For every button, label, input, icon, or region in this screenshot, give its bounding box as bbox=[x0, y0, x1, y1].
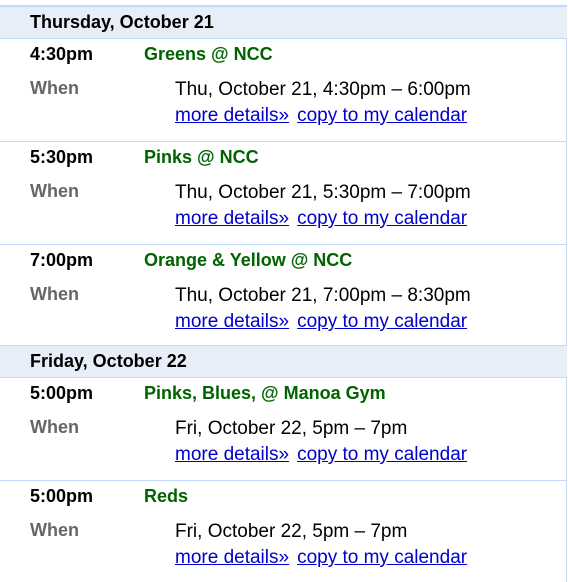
when-value: Thu, October 21, 5:30pm – 7:00pm bbox=[175, 182, 471, 203]
more-details-link[interactable]: more details» bbox=[175, 311, 289, 332]
when-label: When bbox=[30, 284, 79, 304]
event-time: 5:30pm bbox=[30, 147, 94, 167]
when-label: When bbox=[30, 520, 79, 540]
event-title[interactable]: Pinks @ NCC bbox=[144, 147, 259, 168]
more-details-link[interactable]: more details» bbox=[175, 105, 289, 126]
event-links: more details» copy to my calendar bbox=[175, 547, 467, 569]
event-links: more details» copy to my calendar bbox=[175, 444, 467, 466]
copy-to-calendar-link[interactable]: copy to my calendar bbox=[297, 444, 467, 465]
copy-to-calendar-link[interactable]: copy to my calendar bbox=[297, 547, 467, 568]
when-value: Thu, October 21, 4:30pm – 6:00pm bbox=[175, 79, 471, 100]
agenda-frame: Thursday, October 21 4:30pm Greens @ NCC… bbox=[0, 0, 567, 582]
event-links: more details» copy to my calendar bbox=[175, 311, 467, 333]
when-value: Thu, October 21, 7:00pm – 8:30pm bbox=[175, 285, 471, 306]
event-title[interactable]: Reds bbox=[144, 486, 188, 507]
event-time: 7:00pm bbox=[30, 250, 94, 270]
event-time: 5:00pm bbox=[30, 383, 94, 403]
copy-to-calendar-link[interactable]: copy to my calendar bbox=[297, 105, 467, 126]
event-time: 5:00pm bbox=[30, 486, 94, 506]
event-title[interactable]: Greens @ NCC bbox=[144, 44, 273, 65]
event-item: 5:00pm Pinks, Blues, @ Manoa Gym When Fr… bbox=[0, 377, 567, 480]
event-time: 4:30pm bbox=[30, 44, 94, 64]
when-value: Fri, October 22, 5pm – 7pm bbox=[175, 418, 408, 439]
day-header: Thursday, October 21 bbox=[0, 6, 567, 38]
event-links: more details» copy to my calendar bbox=[175, 105, 467, 127]
copy-to-calendar-link[interactable]: copy to my calendar bbox=[297, 311, 467, 332]
event-item: 5:00pm Reds When Fri, October 22, 5pm – … bbox=[0, 480, 567, 582]
when-label: When bbox=[30, 417, 79, 437]
when-value: Fri, October 22, 5pm – 7pm bbox=[175, 521, 408, 542]
more-details-link[interactable]: more details» bbox=[175, 444, 289, 465]
event-title[interactable]: Pinks, Blues, @ Manoa Gym bbox=[144, 383, 386, 404]
more-details-link[interactable]: more details» bbox=[175, 208, 289, 229]
when-label: When bbox=[30, 181, 79, 201]
copy-to-calendar-link[interactable]: copy to my calendar bbox=[297, 208, 467, 229]
event-links: more details» copy to my calendar bbox=[175, 208, 467, 230]
event-item: 4:30pm Greens @ NCC When Thu, October 21… bbox=[0, 38, 567, 141]
more-details-link[interactable]: more details» bbox=[175, 547, 289, 568]
event-item: 7:00pm Orange & Yellow @ NCC When Thu, O… bbox=[0, 244, 567, 346]
event-item: 5:30pm Pinks @ NCC When Thu, October 21,… bbox=[0, 141, 567, 244]
event-title[interactable]: Orange & Yellow @ NCC bbox=[144, 250, 352, 271]
when-label: When bbox=[30, 78, 79, 98]
day-header: Friday, October 22 bbox=[0, 345, 567, 377]
